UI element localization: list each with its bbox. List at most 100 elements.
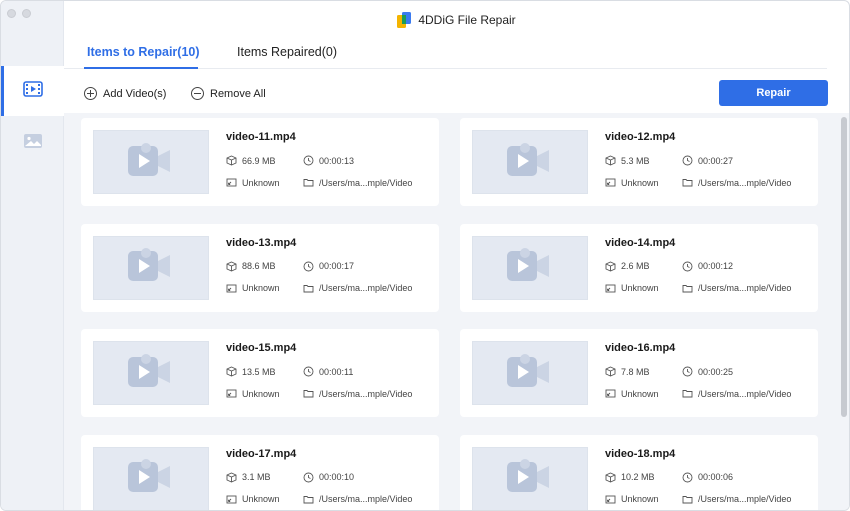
clock-icon <box>303 261 314 272</box>
video-card[interactable]: video-17.mp4 3.1 MB 00:00:10 Unknown /Us… <box>81 434 439 510</box>
video-placeholder-icon <box>126 245 176 290</box>
cube-icon <box>605 155 616 166</box>
file-duration: 00:00:10 <box>303 472 354 483</box>
clock-icon <box>682 155 693 166</box>
repair-button[interactable]: Repair <box>719 80 828 106</box>
file-path: /Users/ma...mple/Video <box>682 388 791 399</box>
video-thumbnail <box>472 235 588 300</box>
file-duration: 00:00:06 <box>682 472 733 483</box>
resolution-icon <box>226 283 237 294</box>
file-size: 13.5 MB <box>226 366 276 377</box>
video-thumbnail <box>93 446 209 510</box>
resolution-icon <box>605 283 616 294</box>
file-resolution: Unknown <box>605 177 659 188</box>
cube-icon <box>226 261 237 272</box>
file-resolution-value: Unknown <box>621 388 659 399</box>
file-resolution-value: Unknown <box>242 283 280 293</box>
video-placeholder-icon <box>505 456 555 501</box>
file-size: 2.6 MB <box>605 261 650 272</box>
video-placeholder-icon <box>126 140 176 185</box>
file-duration: 00:00:13 <box>303 155 354 166</box>
file-size-value: 3.1 MB <box>242 472 271 482</box>
clock-icon <box>303 155 314 166</box>
file-path: /Users/ma...mple/Video <box>682 283 791 294</box>
folder-icon <box>682 494 693 505</box>
video-card[interactable]: video-18.mp4 10.2 MB 00:00:06 Unknown /U… <box>460 434 818 510</box>
video-card[interactable]: video-15.mp4 13.5 MB 00:00:11 Unknown /U… <box>81 329 439 417</box>
file-grid: video-11.mp4 66.9 MB 00:00:13 Unknown /U… <box>64 113 849 510</box>
video-placeholder-icon <box>505 140 555 185</box>
file-resolution-value: Unknown <box>242 494 280 504</box>
file-duration-value: 00:00:17 <box>319 261 355 271</box>
sidebar-item-photo-repair[interactable] <box>1 118 64 168</box>
file-duration: 00:00:27 <box>682 155 733 166</box>
file-duration: 00:00:17 <box>303 261 354 272</box>
file-name: video-13.mp4 <box>226 236 297 249</box>
add-videos-button[interactable]: Add Video(s) <box>84 87 166 100</box>
cube-icon <box>226 472 237 483</box>
remove-all-label: Remove All <box>210 87 266 100</box>
cube-icon <box>226 155 237 166</box>
file-path-value: /Users/ma...mple/Video <box>698 388 792 399</box>
video-card[interactable]: video-12.mp4 5.3 MB 00:00:27 Unknown /Us… <box>460 118 818 206</box>
file-resolution-value: Unknown <box>621 283 659 293</box>
file-size: 10.2 MB <box>605 472 655 483</box>
file-size-value: 10.2 MB <box>621 472 655 482</box>
video-thumbnail <box>93 130 209 194</box>
file-name: video-12.mp4 <box>605 131 676 143</box>
clock-icon <box>303 366 314 377</box>
file-duration: 00:00:25 <box>682 366 733 377</box>
file-name: video-11.mp4 <box>226 131 296 143</box>
file-name: video-14.mp4 <box>605 236 676 249</box>
file-path-value: /Users/ma...mple/Video <box>319 177 413 188</box>
tab-items-repaired[interactable]: Items Repaired(0) <box>237 45 337 69</box>
window-controls <box>7 9 31 18</box>
file-resolution: Unknown <box>226 177 280 188</box>
file-resolution: Unknown <box>226 388 280 399</box>
sidebar-item-video-repair[interactable] <box>1 66 64 116</box>
file-size-value: 5.3 MB <box>621 155 650 166</box>
video-thumbnail <box>93 235 209 300</box>
file-path: /Users/ma...mple/Video <box>303 177 412 188</box>
resolution-icon <box>226 177 237 188</box>
video-card[interactable]: video-14.mp4 2.6 MB 00:00:12 Unknown /Us… <box>460 223 818 312</box>
cube-icon <box>605 261 616 272</box>
file-duration-value: 00:00:10 <box>319 472 355 482</box>
active-tab-indicator <box>84 67 198 69</box>
file-path-value: /Users/ma...mple/Video <box>698 283 792 293</box>
close-window-button[interactable] <box>7 9 16 18</box>
scrollbar[interactable] <box>841 117 847 417</box>
image-icon <box>23 133 43 154</box>
resolution-icon <box>605 388 616 399</box>
resolution-icon <box>226 388 237 399</box>
window-title: 4DDiG File Repair <box>418 13 516 27</box>
file-path: /Users/ma...mple/Video <box>303 388 412 399</box>
minimize-window-button[interactable] <box>22 9 31 18</box>
clock-icon <box>682 261 693 272</box>
cube-icon <box>605 366 616 377</box>
file-size: 66.9 MB <box>226 155 276 166</box>
file-size: 88.6 MB <box>226 261 276 272</box>
file-size-value: 66.9 MB <box>242 155 276 166</box>
video-thumbnail <box>472 341 588 405</box>
file-name: video-17.mp4 <box>226 447 297 460</box>
resolution-icon <box>605 494 616 505</box>
resolution-icon <box>605 177 616 188</box>
file-path: /Users/ma...mple/Video <box>303 494 412 505</box>
file-size-value: 88.6 MB <box>242 261 276 271</box>
file-duration: 00:00:11 <box>303 366 353 377</box>
remove-all-button[interactable]: Remove All <box>191 87 266 100</box>
file-resolution-value: Unknown <box>242 388 280 399</box>
video-card[interactable]: video-11.mp4 66.9 MB 00:00:13 Unknown /U… <box>81 118 439 206</box>
video-thumbnail <box>472 446 588 510</box>
file-size-value: 13.5 MB <box>242 366 276 377</box>
app-window: 4DDiG File Repair Items to Repair(10) It… <box>0 0 850 511</box>
folder-icon <box>303 283 314 294</box>
video-card[interactable]: video-13.mp4 88.6 MB 00:00:17 Unknown /U… <box>81 223 439 312</box>
app-logo-icon <box>397 12 412 28</box>
video-thumbnail <box>472 130 588 194</box>
tab-items-to-repair[interactable]: Items to Repair(10) <box>87 45 200 69</box>
video-card[interactable]: video-16.mp4 7.8 MB 00:00:25 Unknown /Us… <box>460 329 818 417</box>
file-name: video-15.mp4 <box>226 342 297 354</box>
file-resolution: Unknown <box>605 494 659 505</box>
